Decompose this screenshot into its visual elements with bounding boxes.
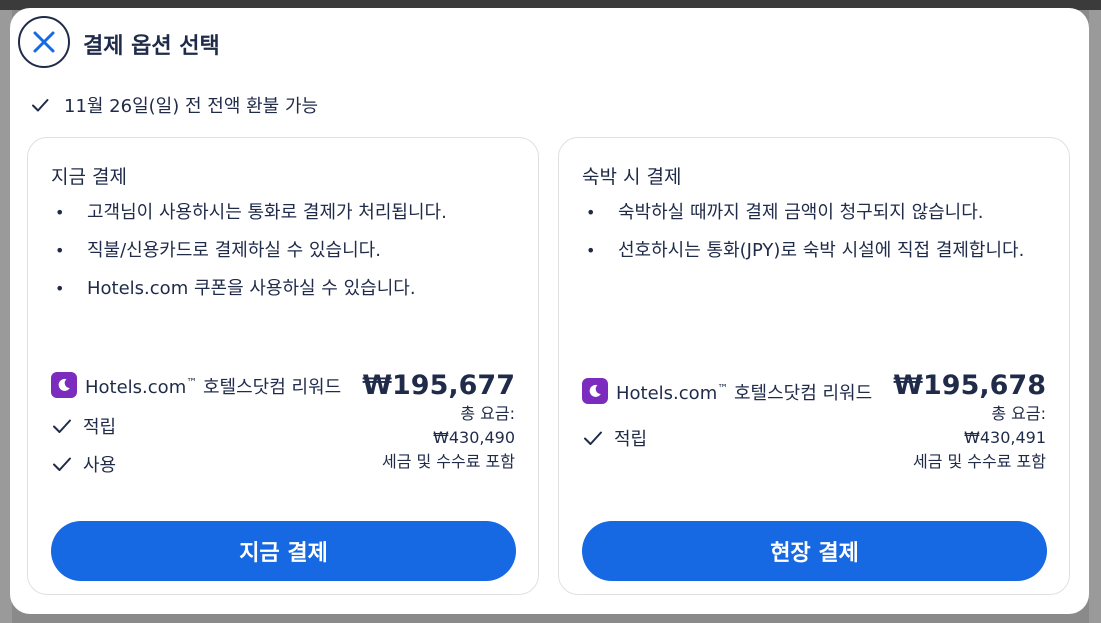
benefit-item: 직불/신용카드로 결제하실 수 있습니다. [51,238,521,264]
rewards-info: Hotels.com™ 호텔스닷컴 리워드 적립 사용 [51,370,351,477]
total-label: 총 요금: [460,404,515,423]
tax-note: 세금 및 수수료 포함 [381,452,515,471]
close-button[interactable] [18,16,70,68]
price-summary: ₩195,678 총 요금: ₩430,491 세금 및 수수료 포함 [876,370,1046,474]
pay-at-property-button[interactable]: 현장 결제 [582,521,1047,581]
total-label: 총 요금: [991,404,1046,423]
rewards-perk-earn: 적립 [582,425,882,451]
nightly-price: ₩195,677 [362,370,515,401]
option-title: 지금 결제 [51,166,127,188]
rewards-program-name: Hotels.com™ 호텔스닷컴 리워드 [616,382,873,404]
background-right [1089,10,1101,623]
pay-now-button[interactable]: 지금 결제 [51,521,516,581]
payment-options-dialog: 결제 옵션 선택 11월 26일(일) 전 전액 환불 가능 지금 결제 고객님… [10,8,1089,614]
option-benefits: 숙박하실 때까지 결제 금액이 청구되지 않습니다. 선호하시는 통화(JPY)… [582,200,1052,276]
dialog-title: 결제 옵션 선택 [83,34,220,59]
check-icon [584,431,602,445]
option-title: 숙박 시 결제 [582,166,682,188]
moon-icon [589,384,601,397]
close-icon [33,31,55,53]
price-summary: ₩195,677 총 요금: ₩430,490 세금 및 수수료 포함 [345,370,515,474]
benefit-item: 선호하시는 통화(JPY)로 숙박 시설에 직접 결제합니다. [582,238,1052,264]
check-icon [53,419,71,433]
benefit-item: 고객님이 사용하시는 통화로 결제가 처리됩니다. [51,200,521,226]
rewards-info: Hotels.com™ 호텔스닷컴 리워드 적립 [582,376,882,451]
rewards-perk-use: 사용 [51,451,351,477]
check-icon [53,457,71,471]
rewards-logo [51,372,77,398]
nightly-price: ₩195,678 [893,370,1046,401]
benefit-item: 숙박하실 때까지 결제 금액이 청구되지 않습니다. [582,200,1052,226]
benefit-item: Hotels.com 쿠폰을 사용하실 수 있습니다. [51,276,521,302]
rewards-logo [582,378,608,404]
total-price: ₩430,490 [433,428,515,447]
pay-at-property-option: 숙박 시 결제 숙박하실 때까지 결제 금액이 청구되지 않습니다. 선호하시는… [558,137,1070,595]
option-benefits: 고객님이 사용하시는 통화로 결제가 처리됩니다. 직불/신용카드로 결제하실 … [51,200,521,314]
rewards-program-name: Hotels.com™ 호텔스닷컴 리워드 [85,376,342,398]
check-icon [32,99,49,112]
refund-note-text: 11월 26일(일) 전 전액 환불 가능 [64,96,319,117]
moon-icon [58,378,70,391]
rewards-perk-earn: 적립 [51,413,351,439]
pay-now-option: 지금 결제 고객님이 사용하시는 통화로 결제가 처리됩니다. 직불/신용카드로… [27,137,539,595]
refund-note: 11월 26일(일) 전 전액 환불 가능 [30,92,318,118]
tax-note: 세금 및 수수료 포함 [912,452,1046,471]
total-price: ₩430,491 [964,428,1046,447]
